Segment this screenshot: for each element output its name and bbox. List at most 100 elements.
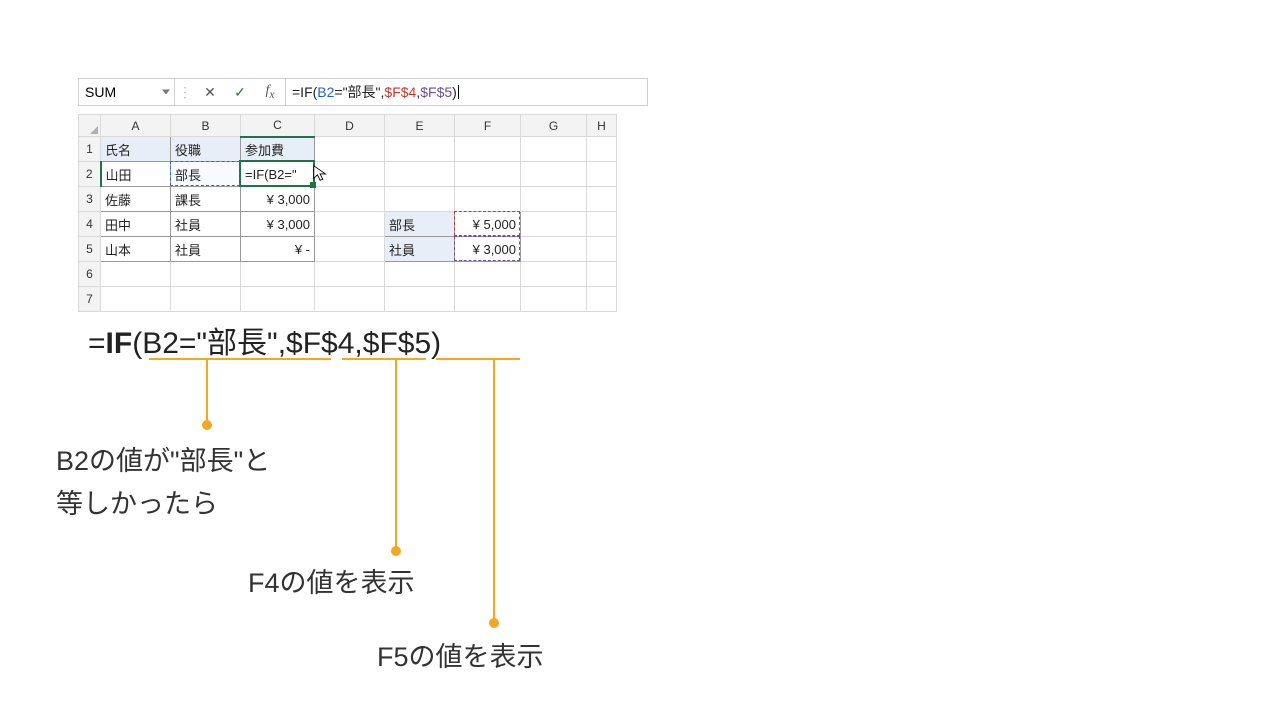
cell-E3[interactable] [385,187,455,212]
cell-G3[interactable] [521,187,587,212]
annotation-note-2: F4の値を表示 [248,562,415,605]
cell-B4[interactable]: 社員 [171,212,241,237]
cancel-button[interactable]: ✕ [195,79,225,105]
leader-2 [395,358,397,550]
col-header-F[interactable]: F [455,115,521,137]
cell-D4[interactable] [315,212,385,237]
bullet-1 [202,420,212,430]
row-header-6[interactable]: 6 [79,262,101,287]
cell-D7[interactable] [315,287,385,312]
cell-G5[interactable] [521,237,587,262]
cell-E7[interactable] [385,287,455,312]
cell-B2[interactable]: 部長 [171,162,241,187]
chevron-down-icon[interactable] [162,90,170,95]
formula-text-suffix: ) [452,84,457,100]
separator: ⋮ [175,79,195,105]
col-header-G[interactable]: G [521,115,587,137]
cell-F5[interactable]: ¥ 3,000 [455,237,521,262]
cell-G7[interactable] [521,287,587,312]
cell-B5[interactable]: 社員 [171,237,241,262]
col-header-E[interactable]: E [385,115,455,137]
cell-G4[interactable] [521,212,587,237]
leader-1 [206,358,208,424]
col-header-D[interactable]: D [315,115,385,137]
cell-A3[interactable]: 佐藤 [101,187,171,212]
cell-F4[interactable]: ¥ 5,000 [455,212,521,237]
cell-C4[interactable]: ¥ 3,000 [241,212,315,237]
formula-bar: SUM ⋮ ✕ ✓ fx =IF(B2="部長",$F$4,$F$5) [78,78,648,106]
bullet-3 [489,618,499,628]
cell-F3[interactable] [455,187,521,212]
cell-C6[interactable] [241,262,315,287]
underline-1 [149,358,331,360]
anno-fn: IF [106,327,133,360]
row-header-4[interactable]: 4 [79,212,101,237]
cell-F6[interactable] [455,262,521,287]
col-header-C[interactable]: C [241,115,315,137]
cell-C3[interactable]: ¥ 3,000 [241,187,315,212]
cell-D5[interactable] [315,237,385,262]
col-header-B[interactable]: B [171,115,241,137]
cell-F2[interactable] [455,162,521,187]
formula-text-prefix: =IF( [292,84,317,100]
row-header-1[interactable]: 1 [79,137,101,162]
cell-H5[interactable] [587,237,617,262]
cell-H2[interactable] [587,162,617,187]
cell-A6[interactable] [101,262,171,287]
cell-F7[interactable] [455,287,521,312]
row-header-2[interactable]: 2 [79,162,101,187]
cell-F1[interactable] [455,137,521,162]
cell-G1[interactable] [521,137,587,162]
annotation-formula: =IF(B2="部長",$F$4,$F$5) [88,318,441,362]
row-header-7[interactable]: 7 [79,287,101,312]
enter-button[interactable]: ✓ [225,79,255,105]
cell-B3[interactable]: 課長 [171,187,241,212]
text-caret [458,85,459,99]
cell-B1[interactable]: 役職 [171,137,241,162]
spreadsheet-grid[interactable]: A B C D E F G H 1 氏名 役職 参加費 2 [78,114,617,312]
cursor-arrow-icon [312,164,330,182]
note1-line1: B2の値が"部長"と [56,446,270,476]
cell-H4[interactable] [587,212,617,237]
cell-E4[interactable]: 部長 [385,212,455,237]
name-box[interactable]: SUM [79,79,175,105]
underline-3 [436,358,520,360]
annotation-note-3: F5の値を表示 [377,636,544,679]
cell-B6[interactable] [171,262,241,287]
cell-D1[interactable] [315,137,385,162]
select-all-corner[interactable] [79,115,101,137]
cell-D3[interactable] [315,187,385,212]
cell-A5[interactable]: 山本 [101,237,171,262]
col-header-A[interactable]: A [101,115,171,137]
cell-E6[interactable] [385,262,455,287]
cell-B7[interactable] [171,287,241,312]
cell-E5[interactable]: 社員 [385,237,455,262]
cell-H1[interactable] [587,137,617,162]
cell-H7[interactable] [587,287,617,312]
cell-H3[interactable] [587,187,617,212]
cell-C2[interactable]: =IF(B2=" [241,162,315,187]
cell-D6[interactable] [315,262,385,287]
cell-A2[interactable]: 山田 [101,162,171,187]
row-header-5[interactable]: 5 [79,237,101,262]
formula-ref-b2: B2 [317,84,334,100]
formula-input[interactable]: =IF(B2="部長",$F$4,$F$5) [285,79,647,105]
cell-A4[interactable]: 田中 [101,212,171,237]
cell-C1[interactable]: 参加費 [241,137,315,162]
cell-H6[interactable] [587,262,617,287]
anno-rest: (B2="部長",$F$4,$F$5) [132,327,441,360]
cell-E2[interactable] [385,162,455,187]
cell-G2[interactable] [521,162,587,187]
cell-C7[interactable] [241,287,315,312]
fx-icon[interactable]: fx [255,79,285,105]
cell-G6[interactable] [521,262,587,287]
col-header-H[interactable]: H [587,115,617,137]
cell-A7[interactable] [101,287,171,312]
cell-C5[interactable]: ¥ - [241,237,315,262]
row-header-3[interactable]: 3 [79,187,101,212]
anno-eq: = [88,327,106,360]
formula-ref-f5: $F$5 [420,84,452,100]
cell-A1[interactable]: 氏名 [101,137,171,162]
triangle-icon [90,126,98,134]
cell-E1[interactable] [385,137,455,162]
